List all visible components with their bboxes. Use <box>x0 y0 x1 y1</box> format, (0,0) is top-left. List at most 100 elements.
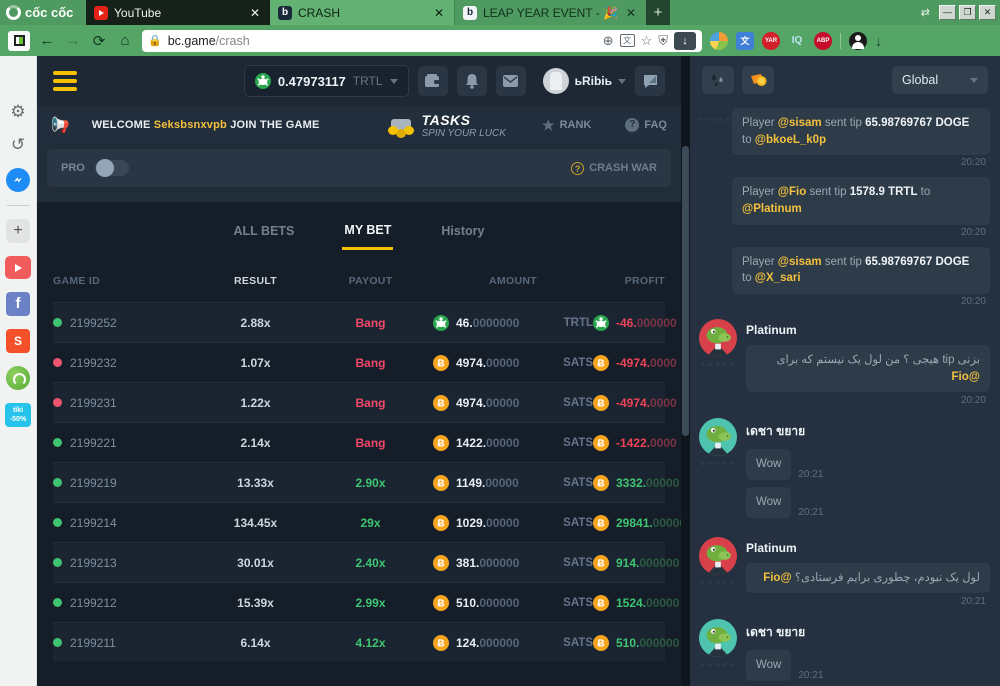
tab-close-icon[interactable]: ✕ <box>248 6 262 20</box>
coccoc-logo[interactable]: cốc cốc <box>0 0 86 25</box>
username: ьRibiь <box>575 74 612 88</box>
page-scrollbar[interactable] <box>681 56 690 686</box>
user-avatar[interactable] <box>699 418 737 456</box>
balance-currency: TRTL <box>353 74 383 88</box>
close-window-button[interactable]: ✕ <box>979 5 996 20</box>
balance-selector[interactable]: 0.47973117 TRTL <box>244 65 409 97</box>
coccoc-logo-icon <box>6 5 21 20</box>
chat-fireball-button[interactable] <box>742 66 774 94</box>
messenger-bolt <box>12 174 24 186</box>
table-row[interactable]: 21992321.07xBangɃ4974.00000SATSɃ-4974.00… <box>53 342 665 382</box>
downloads-icon[interactable]: ↓ <box>875 33 882 49</box>
bookmark-star-icon[interactable]: ☆ <box>641 33 653 49</box>
messages-button[interactable] <box>496 66 526 96</box>
sidebar-toggle-button[interactable] <box>8 31 30 51</box>
tab-scroll-icon[interactable]: ⇄ <box>921 6 930 19</box>
hamburger-menu-icon[interactable] <box>53 71 77 91</box>
address-bar[interactable]: 🔒 bc.game/crash ⊕ 文 ☆ ⛨ ↓ <box>142 30 702 52</box>
settings-gear-icon[interactable]: ⚙ <box>10 102 25 122</box>
wallet-button[interactable] <box>418 66 448 96</box>
table-row[interactable]: 2199214134.45x29xɃ1029.00000SATSɃ29841.0… <box>53 502 665 542</box>
mention-link[interactable]: @sisam <box>778 117 822 129</box>
chat-rain-button[interactable] <box>702 66 734 94</box>
extension-translate-icon[interactable]: 文 <box>736 32 754 50</box>
table-row[interactable]: 219921330.01x2.40xɃ381.000000SATSɃ914.00… <box>53 542 665 582</box>
restore-button[interactable]: ❐ <box>959 5 976 20</box>
notifications-button[interactable] <box>457 66 487 96</box>
mention-link[interactable]: @Fio <box>778 186 806 198</box>
home-button[interactable]: ⌂ <box>116 32 134 49</box>
minimize-button[interactable]: — <box>939 5 956 20</box>
add-shortcut-button[interactable]: + <box>6 219 30 243</box>
treasure-chest-icon <box>388 114 414 136</box>
tab-close-icon[interactable]: ✕ <box>432 6 446 20</box>
table-row[interactable]: 21992212.14xBangɃ1422.00000SATSɃ-1422.00… <box>53 422 665 462</box>
download-page-button[interactable]: ↓ <box>674 32 696 50</box>
table-row[interactable]: 21992116.14x4.12xɃ124.000000SATSɃ510.000… <box>53 622 665 662</box>
rank-button[interactable]: ★ RANK <box>542 117 591 134</box>
fireball-icon <box>750 73 767 87</box>
facebook-shortcut-icon[interactable]: f <box>6 292 30 316</box>
game-id-cell: 2199214 <box>53 516 203 530</box>
trtl-coin-icon <box>433 315 449 331</box>
mention-link[interactable]: @bkoeL_k0p <box>755 134 826 146</box>
mention-link[interactable]: @X_sari <box>755 272 801 284</box>
mention-link[interactable]: @Platinum <box>742 203 802 215</box>
crash-war-link[interactable]: ? CRASH WAR <box>571 162 657 175</box>
extension-adblock-icon[interactable]: ABP <box>814 32 832 50</box>
mention-link[interactable]: @Fio <box>952 371 980 383</box>
user-menu[interactable]: ьRibiь <box>543 68 626 94</box>
table-row[interactable]: 21992522.88xBang46.0000000TRTL-46.000000… <box>53 302 665 342</box>
tiki-shortcut-icon[interactable]: tiki-50% <box>5 403 31 427</box>
faq-button[interactable]: ? FAQ <box>625 118 667 132</box>
profile-avatar-icon[interactable] <box>849 32 867 50</box>
back-button[interactable]: ← <box>38 32 56 49</box>
zoom-page-icon[interactable]: ⊕ <box>603 33 614 49</box>
chat-username[interactable]: เดชา ขยาย <box>746 422 990 441</box>
messenger-icon[interactable] <box>6 168 30 192</box>
coccoc-green-icon[interactable] <box>6 366 30 390</box>
url-text[interactable]: bc.game/crash <box>168 34 250 48</box>
shield-icon[interactable]: ⛨ <box>658 33 668 49</box>
tab-title: LEAP YEAR EVENT - 🎉Event - <box>483 6 618 20</box>
user-avatar[interactable] <box>699 319 737 357</box>
history-icon[interactable]: ↺ <box>11 135 25 155</box>
mention-link[interactable]: @Fio <box>763 572 791 584</box>
status-dot-icon <box>53 318 62 327</box>
bet-number: -1422.0000 <box>616 436 677 450</box>
chat-username[interactable]: Platinum <box>746 541 990 555</box>
tab-history[interactable]: History <box>439 214 486 248</box>
tab-all-bets[interactable]: ALL BETS <box>232 214 297 248</box>
mention-link[interactable]: @sisam <box>778 256 822 268</box>
youtube-shortcut-icon[interactable] <box>5 256 31 279</box>
tab-youtube[interactable]: YouTube ✕ <box>86 0 270 25</box>
tab-leap-year-event[interactable]: b LEAP YEAR EVENT - 🎉Event - ✕ <box>454 0 646 25</box>
chat-toggle-button[interactable] <box>635 66 665 96</box>
tab-my-bet[interactable]: MY BET <box>342 213 393 250</box>
game-id: 2199219 <box>70 476 117 490</box>
extension-iq-icon[interactable]: IQ <box>788 32 806 50</box>
chat-bubble: بزنی tip هیجی ؟ من لول یک نیستم که برای … <box>746 345 990 392</box>
user-avatar[interactable] <box>699 537 737 575</box>
chat-username[interactable]: Platinum <box>746 323 990 337</box>
shopee-shortcut-icon[interactable]: S <box>6 329 30 353</box>
translate-page-icon[interactable]: 文 <box>620 34 635 47</box>
extension-wheel-icon[interactable] <box>710 32 728 50</box>
pro-toggle[interactable] <box>95 160 129 176</box>
forward-button[interactable]: → <box>64 32 82 49</box>
chat-channel-select[interactable]: Global <box>892 66 988 94</box>
table-row[interactable]: 219921215.39x2.99xɃ510.000000SATSɃ1524.0… <box>53 582 665 622</box>
welcome-username[interactable]: Seksbsnxvpb <box>154 119 227 131</box>
tab-crash-active[interactable]: b CRASH ✕ <box>270 0 454 25</box>
extension-yar-icon[interactable]: YAR <box>762 32 780 50</box>
payout-cell: 2.90x <box>308 476 433 490</box>
scrollbar-thumb[interactable] <box>682 146 689 436</box>
tasks-banner[interactable]: TASKS SPIN YOUR LUCK <box>388 112 506 139</box>
table-row[interactable]: 219921913.33x2.90xɃ1149.00000SATSɃ3332.0… <box>53 462 665 502</box>
chat-username[interactable]: เดชา ขยาย <box>746 623 990 642</box>
user-avatar[interactable] <box>699 619 737 657</box>
new-tab-button[interactable]: + <box>646 0 670 25</box>
reload-button[interactable]: ⟳ <box>90 32 108 50</box>
table-row[interactable]: 21992311.22xBangɃ4974.00000SATSɃ-4974.00… <box>53 382 665 422</box>
tab-close-icon[interactable]: ✕ <box>624 6 638 20</box>
